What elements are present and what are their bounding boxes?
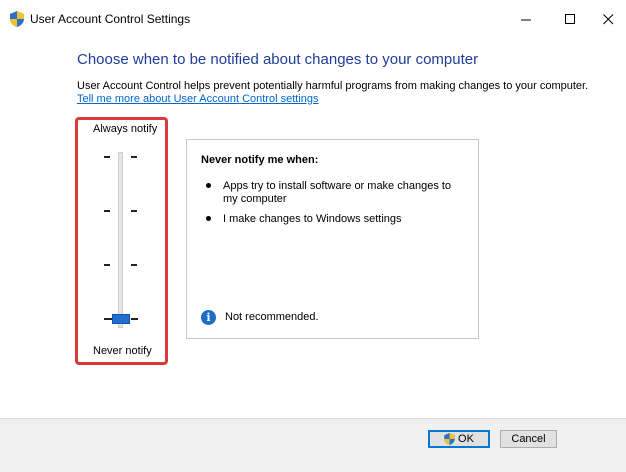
slider-tick: [131, 210, 137, 212]
recommendation-note: Not recommended.: [225, 311, 319, 323]
uac-shield-icon: [10, 11, 24, 27]
slider-tick: [131, 318, 138, 320]
maximize-button[interactable]: [552, 4, 588, 34]
maximize-icon: [564, 13, 575, 24]
minimize-icon: [520, 19, 531, 20]
page-heading: Choose when to be notified about changes…: [77, 51, 479, 68]
close-icon: [602, 13, 613, 24]
ok-button[interactable]: OK: [428, 430, 490, 448]
title-bar: User Account Control Settings: [0, 0, 626, 38]
slider-tick: [104, 156, 110, 158]
description-text: User Account Control helps prevent poten…: [77, 80, 589, 92]
slider-tick: [104, 318, 112, 320]
learn-more-link[interactable]: Tell me more about User Account Control …: [77, 93, 319, 105]
cancel-button[interactable]: Cancel: [500, 430, 557, 448]
ok-button-label: OK: [458, 433, 474, 445]
bullet-item: I make changes to Windows settings: [223, 213, 402, 225]
bullet-icon: [206, 183, 211, 188]
bullet-icon: [206, 216, 211, 221]
slider-tick: [131, 156, 137, 158]
notification-slider-track[interactable]: [118, 152, 123, 328]
close-button[interactable]: [590, 4, 626, 34]
info-icon: i: [201, 310, 216, 325]
never-notify-label: Never notify: [93, 345, 152, 357]
level-heading: Never notify me when:: [201, 154, 319, 166]
bullet-item: Apps try to install software or make cha…: [223, 180, 452, 205]
always-notify-label: Always notify: [93, 123, 158, 135]
slider-tick: [131, 264, 137, 266]
slider-tick: [104, 210, 110, 212]
uac-shield-icon: [444, 433, 455, 445]
minimize-button[interactable]: [508, 4, 544, 34]
notification-slider-thumb[interactable]: [112, 314, 130, 324]
level-description-panel: [186, 139, 479, 339]
window-title: User Account Control Settings: [30, 12, 191, 26]
slider-tick: [104, 264, 110, 266]
